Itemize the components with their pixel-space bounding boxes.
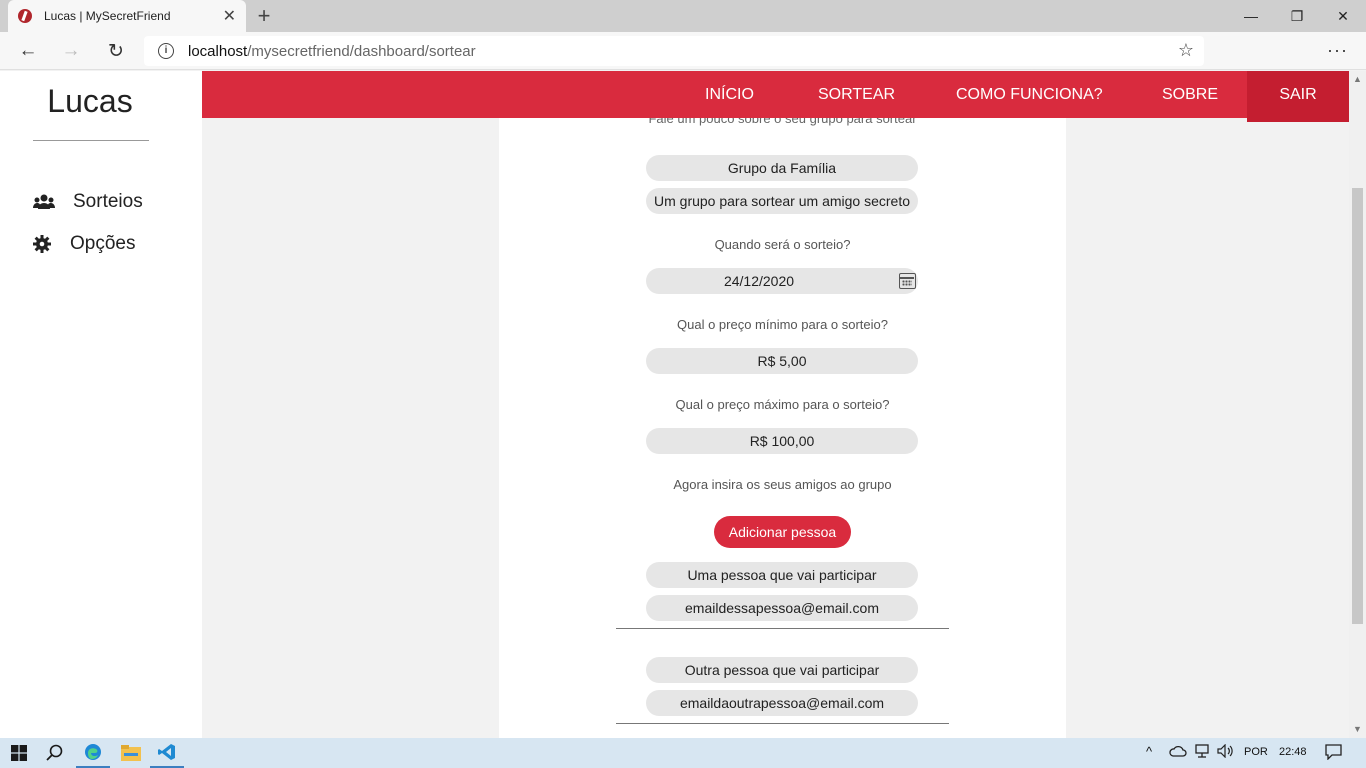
language-indicator[interactable]: POR	[1244, 746, 1268, 758]
close-window-button[interactable]: ✕	[1320, 0, 1366, 32]
nav-sobre[interactable]: SOBRE	[1162, 71, 1218, 118]
vscode-icon[interactable]	[150, 738, 184, 768]
scrollbar-thumb[interactable]	[1352, 188, 1363, 624]
divider	[616, 723, 949, 724]
scroll-up-icon[interactable]: ▲	[1352, 74, 1363, 84]
users-icon	[33, 193, 55, 211]
top-navigation: INÍCIO SORTEAR COMO FUNCIONA? SOBRE SAIR	[202, 71, 1349, 122]
sidebar-item-label: Opções	[70, 233, 136, 254]
divider	[616, 628, 949, 629]
new-tab-button[interactable]: +	[252, 3, 276, 29]
min-price-label: Qual o preço mínimo para o sorteio?	[677, 317, 888, 332]
back-button[interactable]: ←	[15, 38, 41, 64]
max-price-input[interactable]: R$ 100,00	[646, 428, 918, 454]
tab-title: Lucas | MySecretFriend	[44, 9, 171, 23]
divider	[33, 140, 149, 141]
date-label: Quando será o sorteio?	[714, 237, 851, 252]
show-hidden-icons-icon[interactable]: ^	[1146, 744, 1152, 759]
max-price-label: Qual o preço máximo para o sorteio?	[675, 397, 890, 412]
url-host: localhost	[188, 42, 248, 60]
sidebar-item-label: Sorteios	[73, 191, 143, 212]
intro-text: Fale um pouco sobre o seu grupo para sor…	[648, 118, 917, 126]
network-icon[interactable]	[1195, 744, 1211, 761]
site-favicon-icon	[18, 9, 32, 23]
favorite-star-icon[interactable]: ☆	[1178, 40, 1194, 61]
logout-button[interactable]: SAIR	[1247, 71, 1349, 122]
nav-inicio[interactable]: INÍCIO	[705, 71, 754, 118]
group-description-input[interactable]: Um grupo para sortear um amigo secreto	[646, 188, 918, 214]
person-email-input[interactable]: emaildessapessoa@email.com	[646, 595, 918, 621]
friends-label: Agora insira os seus amigos ao grupo	[673, 477, 892, 492]
nav-sortear[interactable]: SORTEAR	[818, 71, 895, 118]
date-input[interactable]: 24/12/2020	[646, 268, 918, 294]
nav-como-funciona[interactable]: COMO FUNCIONA?	[956, 71, 1103, 118]
more-options-icon[interactable]: ···	[1327, 40, 1348, 61]
close-tab-icon[interactable]: ✕	[223, 6, 236, 26]
person-email-input[interactable]: emaildaoutrapessoa@email.com	[646, 690, 918, 716]
search-icon[interactable]	[40, 738, 70, 768]
scroll-down-icon[interactable]: ▼	[1352, 724, 1363, 734]
notifications-icon[interactable]	[1325, 744, 1342, 763]
add-person-button[interactable]: Adicionar pessoa	[714, 516, 851, 548]
sidebar: Lucas Sorteios Opções	[0, 71, 202, 738]
windows-start-icon[interactable]	[5, 738, 33, 768]
volume-icon[interactable]	[1217, 743, 1235, 761]
forward-button[interactable]: →	[58, 38, 84, 64]
file-explorer-icon[interactable]	[114, 738, 148, 768]
min-price-input[interactable]: R$ 5,00	[646, 348, 918, 374]
draw-form-card: Fale um pouco sobre o seu grupo para sor…	[499, 118, 1066, 738]
edge-browser-icon[interactable]	[76, 738, 110, 768]
url-path: /mysecretfriend/dashboard/sortear	[247, 42, 476, 60]
restore-button[interactable]: ❐	[1274, 0, 1320, 32]
clock[interactable]: 22:48	[1279, 746, 1307, 758]
person-name-input[interactable]: Outra pessoa que vai participar	[646, 657, 918, 683]
user-name: Lucas	[47, 83, 133, 119]
address-bar[interactable]: i localhost /mysecretfriend/dashboard/so…	[144, 36, 1204, 66]
browser-tab[interactable]: Lucas | MySecretFriend ✕	[8, 0, 246, 32]
person-name-input[interactable]: Uma pessoa que vai participar	[646, 562, 918, 588]
gear-icon	[33, 235, 51, 253]
minimize-button[interactable]: —	[1228, 0, 1274, 32]
calendar-icon[interactable]	[899, 273, 916, 289]
sidebar-item-sorteios[interactable]: Sorteios	[33, 191, 143, 213]
sidebar-item-opcoes[interactable]: Opções	[33, 233, 135, 255]
date-value: 24/12/2020	[723, 273, 795, 289]
refresh-button[interactable]: ↻	[103, 38, 129, 64]
browser-toolbar: ← → ↻ i localhost /mysecretfriend/dashbo…	[0, 32, 1366, 70]
site-info-icon[interactable]: i	[158, 43, 174, 59]
cloud-icon[interactable]	[1169, 744, 1187, 761]
browser-tabbar: Lucas | MySecretFriend ✕ + — ❐ ✕	[0, 0, 1366, 32]
windows-taskbar: ^ POR 22:48	[0, 738, 1366, 768]
group-name-input[interactable]: Grupo da Família	[646, 155, 918, 181]
